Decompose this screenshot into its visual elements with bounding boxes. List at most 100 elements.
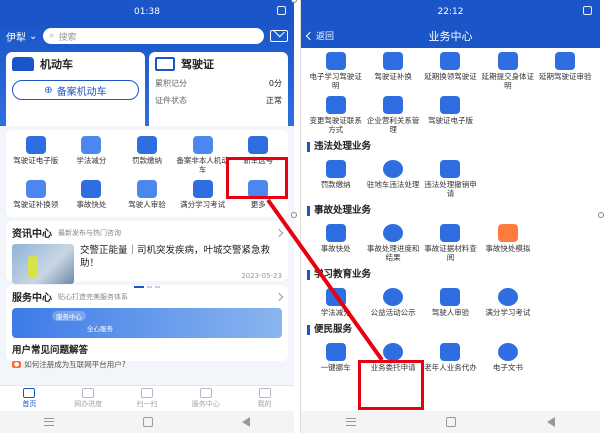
license-card-title: 驾驶证 [181,58,214,71]
status-row: 证件状态 正常 [155,95,282,106]
tab-icon [199,388,212,398]
business-item[interactable]: 学法减分 [307,288,364,317]
business-item[interactable]: 变更驾驶证联系方式 [307,96,364,134]
recent-apps-icon[interactable] [44,418,55,426]
search-input[interactable]: ⌕ 搜索 [43,28,264,44]
service-item[interactable]: 驾驶证电子版 [8,136,64,174]
faq-title[interactable]: 用户常见问题解答 [12,342,282,356]
service-label: 更多 [250,200,266,209]
business-item[interactable]: 事故证据材料查阅 [422,224,479,262]
business-item[interactable]: 公益活动公示 [364,288,421,317]
business-item[interactable]: 企业营利关系管理 [364,96,421,134]
business-item[interactable]: 违法处理撤销申请 [422,160,479,198]
tab-icon [140,388,153,398]
news-subtitle: 最新发布与热门咨询 [58,228,121,237]
business-item[interactable]: 驾驶证电子版 [422,96,479,134]
service-item[interactable]: 驾驶人审验 [119,180,175,209]
business-label: 电子学习驾驶证明 [309,72,362,90]
status-bar: 01:38 [0,0,294,24]
message-icon[interactable] [270,30,288,42]
vehicle-card[interactable]: 机动车 ⊕ 备案机动车 [6,52,145,126]
service-label: 驾驶证补换领 [13,200,59,209]
business-item[interactable]: 驾驶证补换 [364,52,421,90]
section-grid: 罚款缴纳 驻地车违法处理 违法处理撤销申请 [307,156,594,198]
business-item[interactable]: 电子文书 [479,343,536,372]
service-item[interactable]: 学法减分 [64,136,120,174]
system-nav-bar [301,411,600,433]
business-icon [440,52,461,70]
business-item[interactable]: 延期换领驾驶证 [422,52,479,90]
business-label: 违法处理撤销申请 [424,180,477,198]
news-title: 资讯中心 [12,229,52,240]
page-header: 返回 业务中心 [301,24,600,48]
status-value: 正常 [266,96,282,105]
business-item[interactable]: 事故快处 [307,224,364,262]
service-item[interactable]: 驾驶证补换领 [8,180,64,209]
search-icon: ⌕ [49,31,55,41]
recent-apps-icon[interactable] [346,418,357,426]
service-label: 事故快处 [76,200,107,209]
search-placeholder: 搜索 [58,32,77,43]
business-item[interactable]: 驾驶人审验 [422,288,479,317]
business-icon [325,96,346,114]
business-item[interactable]: 罚款缴纳 [307,160,364,198]
back-button[interactable]: 返回 [305,29,334,42]
tab-item[interactable]: 我的 [235,386,294,411]
service-item[interactable]: 满分学习考试 [175,180,231,209]
tab-item[interactable]: 网办进度 [59,386,118,411]
tab-icon [23,388,36,398]
business-icon [497,288,518,306]
business-item[interactable]: 驻地车违法处理 [364,160,421,198]
business-label: 延期换领驾驶证 [424,72,477,81]
business-icon [440,96,461,114]
business-item[interactable]: 满分学习考试 [479,288,536,317]
chevron-right-icon[interactable] [274,292,284,301]
tab-item[interactable]: 首页 [0,386,59,411]
business-item[interactable]: 一键挪车 [307,343,364,372]
home-icon[interactable] [142,417,153,427]
handle-dot [598,212,604,218]
status-time: 01:38 [134,7,160,17]
business-icon [440,160,461,178]
faq-item[interactable]: ● 如何注册成为互联网平台用户? [12,359,282,370]
service-item[interactable]: 罚款缴纳 [119,136,175,174]
business-label: 满分学习考试 [485,308,531,317]
business-icon [325,224,346,242]
business-label: 事故快处模拟 [485,244,531,253]
business-label: 事故处理进度和结果 [366,244,420,262]
back-icon[interactable] [241,417,250,427]
business-item[interactable]: 延期提交身体证明 [479,52,536,90]
tab-item[interactable]: 服务中心 [176,386,235,411]
business-icon [555,52,576,70]
business-item[interactable]: 延期驾驶证审验 [537,52,594,90]
business-label: 事故证据材料查阅 [424,244,477,262]
status-time: 22:12 [437,7,464,17]
service-item[interactable]: 备案非本人机动车 [175,136,231,174]
register-vehicle-button[interactable]: ⊕ 备案机动车 [12,80,139,100]
top-bar: 伊犁 ⌄ ⌕ 搜索 [0,24,294,48]
vehicle-card-title: 机动车 [40,58,73,71]
business-item[interactable]: 电子学习驾驶证明 [307,52,364,90]
service-label: 驾驶证电子版 [13,156,59,165]
business-icon [497,343,518,361]
service-icon [25,180,46,198]
business-item[interactable]: 事故快处模拟 [479,224,536,262]
business-list: 电子学习驾驶证明 驾驶证补换 延期换领驾驶证 延期提交身体证明 延期驾驶证审验变更驾驶证… [301,48,600,411]
service-item[interactable]: 事故快处 [64,180,120,209]
driver-license-card[interactable]: 驾驶证 累积记分 0分 证件状态 正常 [149,52,288,126]
city-selector[interactable]: 伊犁 ⌄ [6,29,37,44]
tab-icon [258,388,271,398]
tab-icon [82,388,95,398]
home-icon[interactable] [446,417,457,427]
section-grid: 学法减分 公益活动公示 驾驶人审验 满分学习考试 [307,284,594,317]
service-label: 罚款缴纳 [131,156,162,165]
business-item[interactable]: 事故处理进度和结果 [364,224,421,262]
business-item[interactable]: 老年人业务代办 [422,343,479,372]
service-banner[interactable]: 服务中心 全心服务 [12,308,282,338]
back-icon[interactable] [546,417,555,427]
tab-item[interactable]: 扫一扫 [118,386,177,411]
plus-icon: ⊕ [44,84,53,96]
chevron-right-icon[interactable] [274,228,284,237]
news-item[interactable]: 交警正能量｜司机突发疾病，叶城交警紧急救助！ 2023-05-23 [12,244,282,284]
business-label: 变更驾驶证联系方式 [309,116,362,134]
